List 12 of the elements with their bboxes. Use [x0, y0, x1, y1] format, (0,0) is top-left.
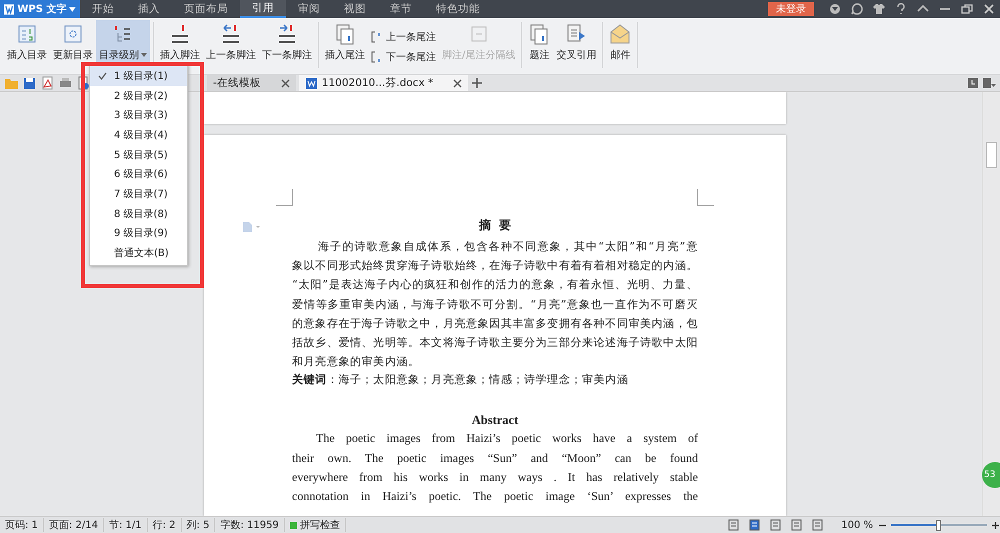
status-text: 行: 2 [148, 518, 182, 532]
status-text: 字数: 11959 [215, 518, 285, 532]
keywords-line: 关键词：海子；太阳意象；月亮意象；情感；诗学理念；审美内涵 [292, 372, 630, 388]
paragraph: 海子的诗歌意象自成体系，包含各种不同意象，其中“太阳”和“月亮”意 象以不同形式始终贯穿海子诗歌始终，在海子诗歌中有着有着相对稳定的内涵。 “太阳”是表达海子内心的疯狂和创作的活力的意象，有着永恒、光明、力量、 爱情等多重审美内涵，与海子诗歌不可分割。“月亮”意象也一直作为不可磨灭 的意象存在于海子诗歌之中，月亮意象因其丰富多变拥有各种不同审美内涵，包 括故乡、爱情、光明等。本文将海子诗歌主要分为三部分来论述海子诗歌中太阳 和月亮意象的审美内涵。 [292, 239, 698, 370]
heading: 摘 要 [478, 217, 512, 234]
heading: Abstract [470, 413, 520, 428]
status-text: 列: 5 [182, 518, 216, 532]
status-text: 页面: 2/14 [44, 518, 104, 532]
paragraph: The poetic images from Haizi’s poetic works have a system of their own. The poetic images “Sun” and “Moon” can be found everywhere from his works in many ways . It has relatively stable connotation in Haizi’s poetic. The poetic image ‘Sun’ expresses the [292, 430, 698, 506]
status-text: 页码: 1 [0, 518, 44, 532]
zoom-level-text: 100 % [840, 520, 874, 530]
status-text: 节: 1/1 [104, 518, 148, 532]
